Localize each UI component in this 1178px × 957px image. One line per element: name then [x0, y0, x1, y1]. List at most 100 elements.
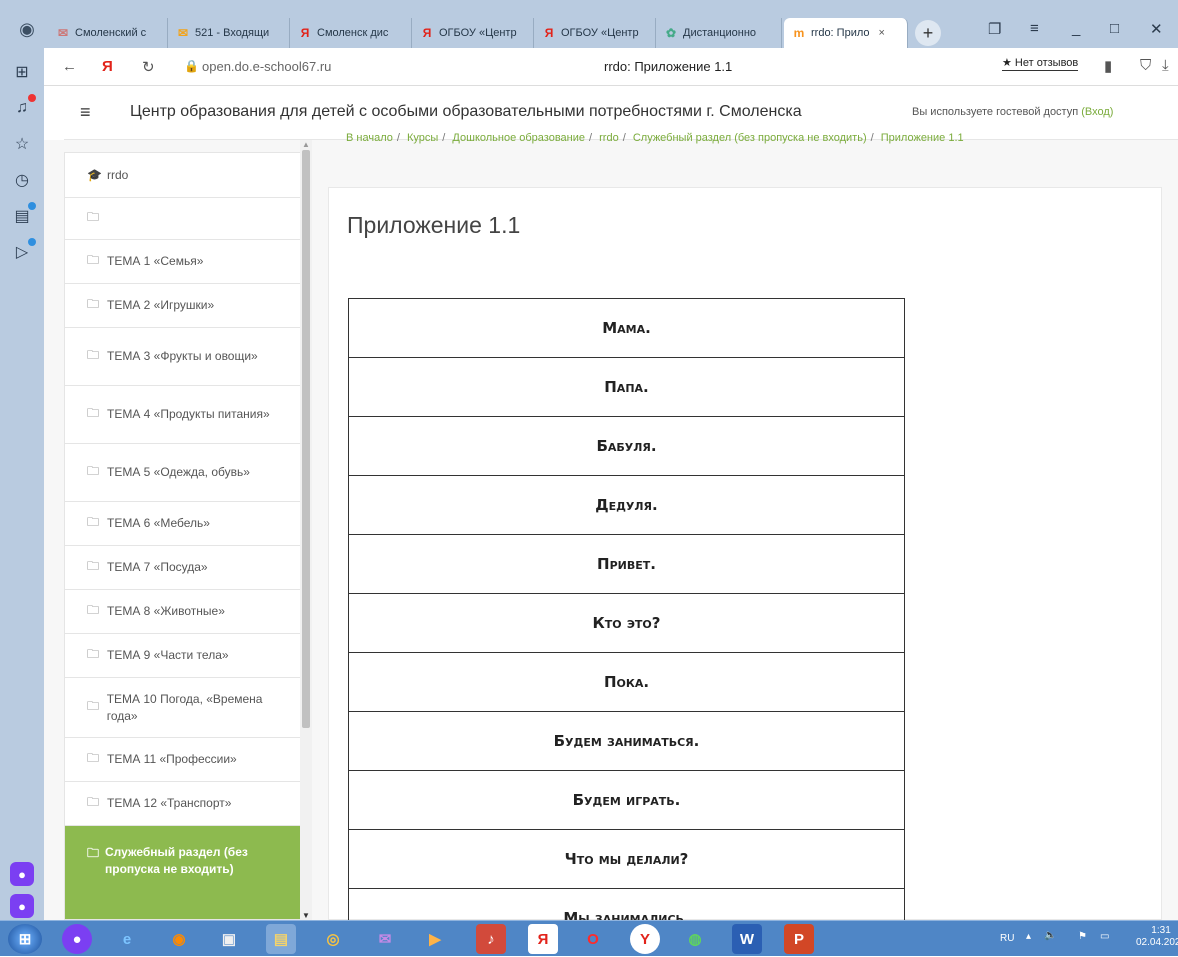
browser-tab[interactable]: Я Смоленск дис — [290, 18, 412, 48]
protect-icon[interactable]: ⛉ — [1140, 57, 1151, 74]
section-item[interactable]: 🗀 ТЕМА 4 «Продукты питания» — [64, 386, 308, 444]
new-tab-button[interactable]: + — [915, 20, 941, 46]
firefox-icon[interactable]: ◉ — [164, 924, 194, 954]
browser-tab-active[interactable]: m rrdo: Прило × — [784, 18, 908, 48]
section-item-active[interactable]: 🗀 Служебный раздел (без пропуска не входи… — [64, 826, 308, 920]
login-link[interactable]: (Вход) — [1081, 106, 1113, 118]
breadcrumb-link[interactable]: Курсы — [407, 132, 438, 144]
browser-menu-icon[interactable]: ≡ — [1030, 20, 1039, 37]
save-icon[interactable]: ▣ — [214, 924, 244, 954]
section-item[interactable]: 🗀 ТЕМА 8 «Животные» — [64, 590, 308, 634]
breadcrumb-link[interactable]: Дошкольное образование — [452, 132, 585, 144]
grid-icon[interactable]: ⊞ — [10, 60, 34, 84]
url-field[interactable]: open.do.e-school67.ru — [202, 59, 331, 74]
word-table: Мама. Папа. Бабуля. Дедуля. Привет. Кто … — [348, 298, 905, 948]
mail-icon[interactable]: ✉ — [370, 924, 400, 954]
minimize-icon[interactable]: _ — [1072, 20, 1080, 37]
tab-label: 521 - Входящи — [195, 27, 270, 39]
bell-icon[interactable]: ♫ — [10, 94, 36, 120]
section-item[interactable]: 🗀 ТЕМА 7 «Посуда» — [64, 546, 308, 590]
yandex-browser-icon[interactable]: Y — [630, 924, 660, 954]
maximize-icon[interactable]: □ — [1110, 20, 1119, 37]
browser-tab[interactable]: Я ОГБОУ «Центр — [412, 18, 534, 48]
tab-label: Смоленский с — [75, 27, 147, 39]
reload-icon[interactable]: ↻ — [142, 58, 155, 76]
word-icon[interactable]: W — [732, 924, 762, 954]
os-taskbar: ⊞ ● e ◉ ▣ ▤ ◎ ✉ ▶ ♪ Я O Y ◍ W P RU ▴ 🔈 ⚑… — [0, 920, 1178, 956]
address-bar: ← Я ↻ 🔒 open.do.e-school67.ru rrdo: Прил… — [44, 48, 1178, 86]
course-home-link[interactable]: 🎓 rrdo — [64, 152, 308, 198]
browser-tab[interactable]: ✉ Смоленский с — [48, 18, 168, 48]
folder-icon: 🗀 — [87, 846, 100, 860]
tabs-overview-icon[interactable]: ❐ — [988, 20, 1001, 38]
section-label: ТЕМА 4 «Продукты питания» — [107, 407, 270, 421]
site-name[interactable]: Центр образования для детей с особыми об… — [130, 103, 802, 121]
app-icon[interactable]: ● — [62, 924, 92, 954]
play-icon[interactable]: ▷ — [10, 238, 36, 264]
ie-icon[interactable]: e — [112, 924, 142, 954]
download-icon[interactable]: ⤓ — [1162, 57, 1169, 74]
breadcrumb-link[interactable]: Приложение 1.1 — [881, 132, 964, 144]
section-item[interactable]: 🗀 ТЕМА 10 Погода, «Времена года» — [64, 678, 308, 738]
volume-icon[interactable]: 🔈 — [1044, 930, 1056, 941]
section-item[interactable]: 🗀 — [64, 198, 308, 240]
app-icon[interactable]: ● — [10, 894, 34, 918]
tray-arrow-icon[interactable]: ▴ — [1026, 931, 1031, 942]
explorer-icon[interactable]: ▤ — [266, 924, 296, 954]
audio-icon[interactable]: ♪ — [476, 924, 506, 954]
media-icon[interactable]: ▶ — [420, 924, 450, 954]
scrollbar-thumb[interactable] — [302, 150, 310, 728]
breadcrumb-link[interactable]: Служебный раздел (без пропуска не входит… — [633, 132, 867, 144]
network-icon[interactable]: ▭ — [1100, 931, 1109, 942]
breadcrumb: В начало / Курсы / Дошкольное образование /… — [346, 132, 964, 144]
language-indicator[interactable]: RU — [1000, 933, 1014, 944]
chrome-icon[interactable]: ◎ — [318, 924, 348, 954]
mail-icon: ✉ — [57, 26, 69, 40]
table-row: Кто это? — [348, 593, 905, 653]
scroll-down-icon[interactable]: ▼ — [302, 911, 310, 920]
flag-icon[interactable]: ⚑ — [1078, 931, 1087, 942]
table-row: Будем играть. — [348, 770, 905, 830]
yandex-icon: Я — [300, 26, 310, 40]
start-button[interactable]: ⊞ — [8, 924, 42, 954]
section-label: ТЕМА 10 Погода, «Времена года» — [106, 691, 263, 723]
browser-tab[interactable]: ✿ Дистанционно — [656, 18, 782, 48]
back-icon[interactable]: ← — [62, 58, 77, 75]
section-item[interactable]: 🗀 ТЕМА 6 «Мебель» — [64, 502, 308, 546]
powerpoint-icon[interactable]: P — [784, 924, 814, 954]
app-icon[interactable]: ● — [10, 862, 34, 886]
browser-tab[interactable]: Я ОГБОУ «Центр — [534, 18, 656, 48]
lock-icon: 🔒 — [184, 59, 199, 73]
yandex-icon[interactable]: Я — [528, 924, 558, 954]
opera-icon[interactable]: O — [578, 924, 608, 954]
reviews-button[interactable]: ★ Нет отзывов — [1002, 56, 1079, 71]
close-tab-icon[interactable]: × — [879, 27, 885, 39]
section-item[interactable]: 🗀 ТЕМА 5 «Одежда, обувь» — [64, 444, 308, 502]
bookmark-icon[interactable]: ▮ — [1104, 57, 1112, 75]
browser-menu-icon[interactable]: ◉ — [6, 14, 48, 44]
section-item[interactable]: 🗀 ТЕМА 11 «Профессии» — [64, 738, 308, 782]
torrent-icon[interactable]: ◍ — [680, 924, 710, 954]
scroll-up-icon[interactable]: ▲ — [302, 140, 310, 149]
yandex-icon[interactable]: Я — [102, 58, 113, 75]
history-icon[interactable]: ◷ — [10, 168, 34, 192]
section-item[interactable]: 🗀 ТЕМА 3 «Фрукты и овощи» — [64, 328, 308, 386]
section-item[interactable]: 🗀 ТЕМА 2 «Игрушки» — [64, 284, 308, 328]
menu-toggle-icon[interactable]: ≡ — [80, 102, 91, 123]
section-item[interactable]: 🗀 ТЕМА 12 «Транспорт» — [64, 782, 308, 826]
clock[interactable]: 1:31 02.04.2020 — [1136, 925, 1178, 949]
star-icon[interactable]: ☆ — [10, 132, 34, 156]
folder-icon: 🗀 — [87, 795, 100, 809]
breadcrumb-link[interactable]: В начало — [346, 132, 393, 144]
close-window-icon[interactable]: ✕ — [1150, 20, 1163, 38]
section-item[interactable]: 🗀 ТЕМА 1 «Семья» — [64, 240, 308, 284]
breadcrumb-link[interactable]: rrdo — [599, 132, 619, 144]
notes-icon[interactable]: ▤ — [10, 202, 36, 228]
graduation-cap-icon: 🎓 — [87, 168, 102, 182]
browser-tab[interactable]: ✉ 521 - Входящи — [168, 18, 290, 48]
course-index-scrollbar[interactable]: ▲ ▼ — [300, 140, 312, 920]
folder-icon: 🗀 — [87, 699, 100, 713]
section-label: ТЕМА 2 «Игрушки» — [107, 298, 215, 312]
section-item[interactable]: 🗀 ТЕМА 9 «Части тела» — [64, 634, 308, 678]
table-row: Дедуля. — [348, 475, 905, 535]
